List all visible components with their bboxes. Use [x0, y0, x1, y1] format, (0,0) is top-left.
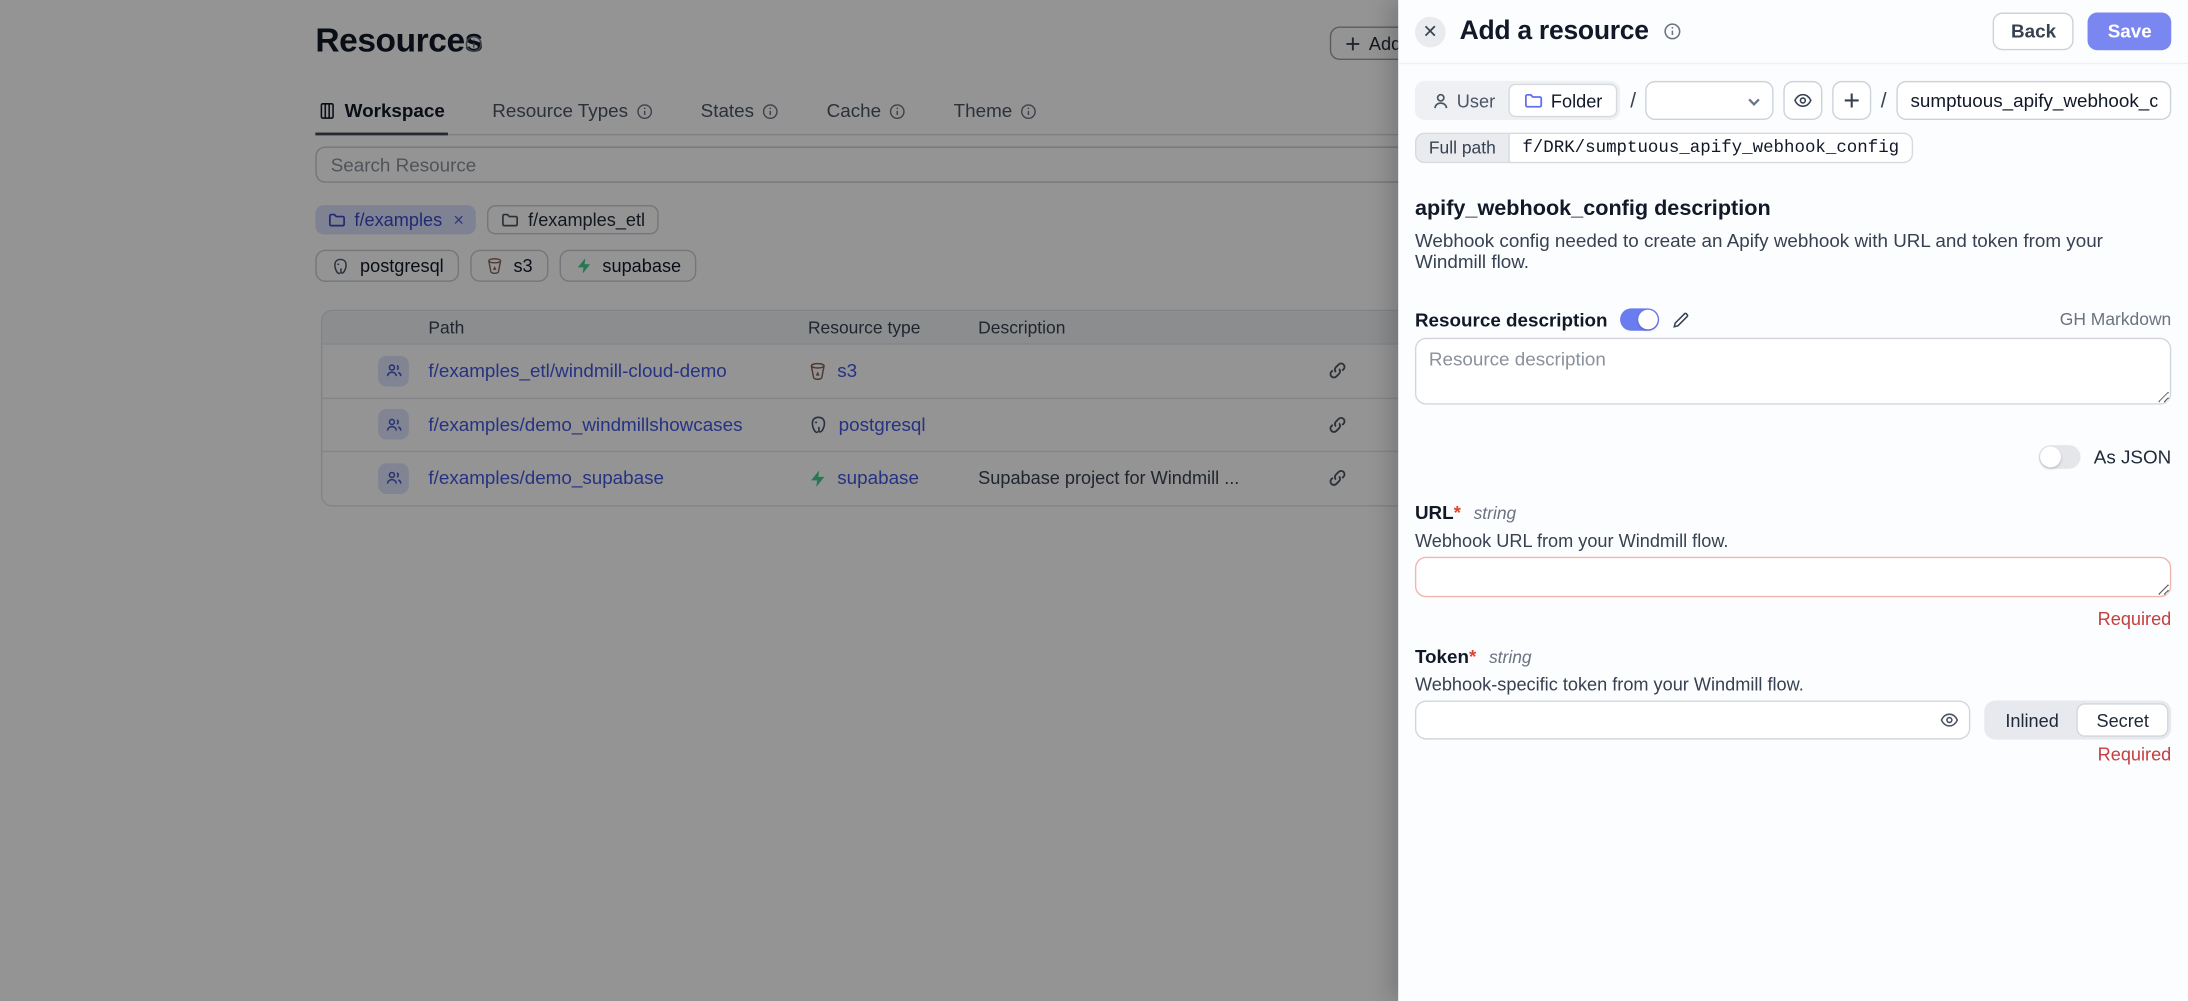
- owner-kind-toggle: User Folder: [1415, 81, 1621, 120]
- folder-icon: [1524, 91, 1544, 111]
- close-icon[interactable]: ✕: [1415, 16, 1446, 47]
- back-button[interactable]: Back: [1993, 13, 2074, 51]
- url-field-type: string: [1474, 504, 1517, 524]
- required-star: *: [1469, 646, 1476, 667]
- info-icon[interactable]: [1663, 22, 1681, 40]
- drawer-title: Add a resource: [1460, 16, 1649, 47]
- url-field-label: URL*: [1415, 502, 1461, 523]
- eye-icon: [1793, 91, 1813, 111]
- inlined-secret-toggle: Inlined Secret: [1984, 700, 2171, 739]
- as-json-toggle[interactable]: [2039, 445, 2081, 469]
- path-editor: User Folder / /: [1415, 81, 2171, 120]
- token-input-row: Inlined Secret: [1415, 700, 2171, 739]
- inlined-option[interactable]: Inlined: [1987, 703, 2077, 736]
- view-folder-button[interactable]: [1783, 81, 1822, 120]
- app-stage: Resources Add resource Workspace Resourc…: [0, 0, 2188, 1001]
- chevron-down-icon: [1746, 93, 1763, 110]
- resource-description-row: Resource description GH Markdown: [1415, 308, 2171, 330]
- token-field-label: Token*: [1415, 646, 1476, 667]
- resource-description-label: Resource description: [1415, 309, 1608, 330]
- owner-user-option[interactable]: User: [1418, 84, 1509, 117]
- full-path-label: Full path: [1415, 133, 1508, 164]
- as-json-label: As JSON: [2094, 447, 2171, 468]
- secret-option[interactable]: Secret: [2077, 703, 2169, 736]
- plus-icon: [1843, 92, 1860, 109]
- url-required-text: Required: [1415, 608, 2171, 629]
- token-required-text: Required: [1415, 744, 2171, 765]
- required-star: *: [1454, 502, 1461, 523]
- user-icon: [1432, 91, 1450, 109]
- schema-heading: apify_webhook_config description: [1415, 197, 2171, 222]
- gh-markdown-hint: GH Markdown: [2060, 310, 2171, 330]
- drawer-header: ✕ Add a resource Back Save: [1398, 0, 2188, 64]
- token-input[interactable]: [1415, 700, 1971, 739]
- add-resource-drawer: ✕ Add a resource Back Save User Folder: [1398, 0, 2188, 1001]
- path-separator: /: [1630, 89, 1636, 113]
- token-field-help: Webhook-specific token from your Windmil…: [1415, 674, 2171, 695]
- as-json-row: As JSON: [1415, 445, 2171, 469]
- url-field-label-row: URL* string: [1415, 502, 2171, 523]
- description-toggle[interactable]: [1620, 308, 1659, 330]
- folder-select[interactable]: [1646, 81, 1774, 120]
- url-input[interactable]: [1415, 557, 2171, 597]
- schema-description: Webhook config needed to create an Apify…: [1415, 230, 2171, 272]
- token-field-label-row: Token* string: [1415, 646, 2171, 667]
- resource-name-input[interactable]: [1896, 81, 2171, 120]
- path-separator: /: [1881, 89, 1887, 113]
- pencil-icon[interactable]: [1672, 310, 1690, 328]
- resource-description-textarea[interactable]: [1415, 338, 2171, 405]
- add-folder-button[interactable]: [1832, 81, 1871, 120]
- owner-folder-option[interactable]: Folder: [1509, 84, 1618, 117]
- token-field-type: string: [1489, 647, 1532, 667]
- full-path: Full path f/DRK/sumptuous_apify_webhook_…: [1415, 133, 1913, 164]
- eye-icon[interactable]: [1940, 710, 1960, 730]
- url-field-help: Webhook URL from your Windmill flow.: [1415, 530, 2171, 551]
- full-path-value: f/DRK/sumptuous_apify_webhook_config: [1508, 133, 1913, 164]
- save-button[interactable]: Save: [2088, 13, 2171, 51]
